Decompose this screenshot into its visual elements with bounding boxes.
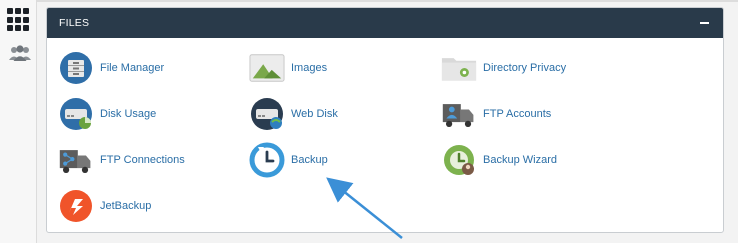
images-label: Images xyxy=(291,62,328,74)
ftp-accounts-icon xyxy=(441,97,477,131)
file-manager-link[interactable]: File Manager xyxy=(58,51,164,85)
directory-privacy-link[interactable]: Directory Privacy xyxy=(441,51,566,85)
files-panel-title: FILES xyxy=(59,17,90,29)
directory-privacy-label: Directory Privacy xyxy=(483,62,567,74)
files-panel-header[interactable]: FILES xyxy=(47,8,723,38)
file-manager-label: File Manager xyxy=(100,62,165,74)
backup-wizard-icon xyxy=(441,143,477,177)
backup-wizard-label: Backup Wizard xyxy=(483,154,557,166)
directory-privacy-icon xyxy=(441,51,477,85)
jetbackup-link[interactable]: JetBackup xyxy=(58,189,151,223)
backup-label: Backup xyxy=(291,154,328,166)
ftp-connections-label: FTP Connections xyxy=(100,154,185,166)
backup-wizard-link[interactable]: Backup Wizard xyxy=(441,143,557,177)
minus-icon[interactable] xyxy=(697,16,711,30)
backup-icon xyxy=(249,142,285,178)
disk-usage-label: Disk Usage xyxy=(100,108,157,120)
left-sidebar xyxy=(0,0,37,243)
web-disk-icon xyxy=(249,97,285,131)
web-disk-link[interactable]: Web Disk xyxy=(249,97,338,131)
jetbackup-label: JetBackup xyxy=(100,200,152,212)
disk-usage-icon xyxy=(58,97,94,131)
images-icon xyxy=(249,51,285,85)
backup-link[interactable]: Backup xyxy=(249,142,328,178)
ftp-connections-link[interactable]: FTP Connections xyxy=(58,143,185,177)
ftp-connections-icon xyxy=(58,143,94,177)
top-border xyxy=(37,0,738,2)
ftp-accounts-label: FTP Accounts xyxy=(483,108,552,120)
file-manager-icon xyxy=(58,51,94,85)
web-disk-label: Web Disk xyxy=(291,108,338,120)
disk-usage-link[interactable]: Disk Usage xyxy=(58,97,156,131)
ftp-accounts-link[interactable]: FTP Accounts xyxy=(441,97,551,131)
files-panel: FILES File Manager Images Directory Priv… xyxy=(46,7,724,233)
users-icon[interactable] xyxy=(7,44,31,68)
jetbackup-icon xyxy=(58,189,94,223)
images-link[interactable]: Images xyxy=(249,51,327,85)
grid-icon[interactable] xyxy=(7,8,31,32)
